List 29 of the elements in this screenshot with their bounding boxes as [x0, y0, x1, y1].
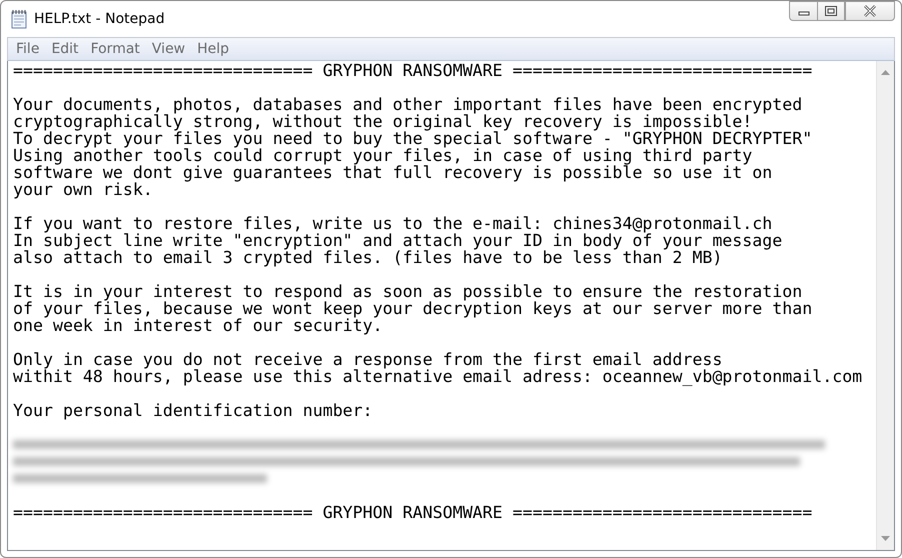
- notepad-icon: [10, 9, 28, 29]
- maximize-icon: [824, 5, 838, 17]
- text-line: Using another tools could corrupt your files, in case of using third party: [13, 147, 754, 164]
- text-line: one week in interest of our security.: [13, 317, 383, 334]
- text-line: software we dont give guarantees that full recovery is possible so use it on: [13, 164, 774, 181]
- menu-item[interactable]: Edit: [45, 41, 85, 57]
- banner-line: ============================== GRYPHON RANSOMWARE ==============================: [13, 504, 814, 521]
- text-line: your own risk.: [13, 181, 154, 198]
- text-line: also attach to email 3 crypted files. (files have to be less than 2 MB): [13, 249, 722, 266]
- close-icon: [862, 5, 878, 17]
- banner-line: ============================== GRYPHON RANSOMWARE ==============================: [13, 62, 814, 79]
- menu-item[interactable]: File: [10, 41, 46, 57]
- text-line: cryptographically strong, without the original key recovery is impossible!: [13, 113, 752, 130]
- text-line: In subject line write "encryption" and attach your ID in body of your message: [13, 232, 784, 249]
- text-line: If you want to restore files, write us to the e-mail: chines34@protonmail.ch: [13, 215, 774, 232]
- text-line: of your files, because we wont keep your decryption keys at our server more than: [13, 300, 814, 317]
- minimize-button[interactable]: [789, 1, 817, 21]
- text-line: Your documents, photos, databases and other important files have been encrypted: [13, 96, 804, 113]
- window-title: HELP.txt - Notepad: [34, 11, 165, 27]
- close-button[interactable]: [845, 1, 895, 21]
- menu-item[interactable]: Help: [191, 41, 236, 57]
- text-line: Your personal identification number:: [13, 402, 374, 419]
- menu-item[interactable]: Format: [84, 41, 146, 57]
- text-line: To decrypt your files you need to buy the special software - "GRYPHON DECRYPTER": [13, 130, 814, 147]
- text-line: withit 48 hours, please use this alternative email adress: oceannew_vb@protonmail.com: [13, 368, 864, 385]
- menu-item[interactable]: View: [146, 41, 192, 57]
- maximize-button[interactable]: [817, 1, 845, 21]
- text-line: Only in case you do not receive a response from the first email address: [13, 351, 724, 368]
- text-line: It is in your interest to respond as soon as possible to ensure the restoration: [13, 283, 804, 300]
